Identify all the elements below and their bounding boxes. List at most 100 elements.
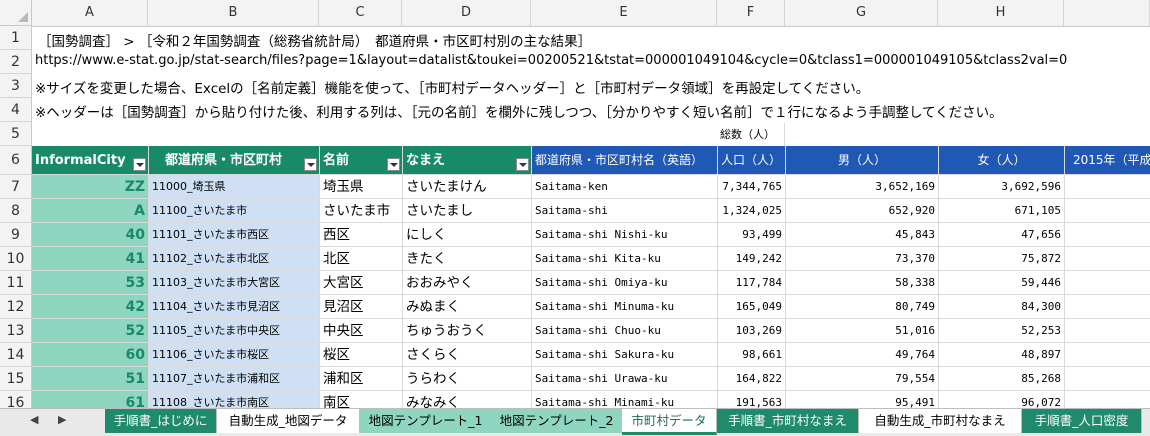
cell-kana[interactable]: おおみやく — [403, 271, 532, 295]
cell-informal-city[interactable]: 40 — [32, 223, 149, 247]
row-header-2[interactable]: 2 — [0, 50, 32, 74]
header-prefecture-city[interactable]: 都道府県・市区町村 — [149, 146, 320, 175]
cell-prefecture-city[interactable]: 11105_さいたま市中央区 — [149, 319, 320, 343]
cell-prefecture-city[interactable]: 11101_さいたま市西区 — [149, 223, 320, 247]
cell-informal-city[interactable]: A — [32, 199, 149, 223]
cell-kana[interactable]: さいたまけん — [403, 175, 532, 199]
row-header-7[interactable]: 7 — [0, 175, 32, 199]
cell-female[interactable]: 59,446 — [939, 271, 1065, 295]
cell-population[interactable]: 164,822 — [718, 367, 786, 391]
cell-population[interactable]: 165,049 — [718, 295, 786, 319]
cell-female[interactable]: 47,656 — [939, 223, 1065, 247]
cell-informal-city[interactable]: 42 — [32, 295, 149, 319]
header-male[interactable]: 男（人） — [786, 146, 939, 175]
cell-male[interactable]: 79,554 — [786, 367, 939, 391]
cell-male[interactable]: 95,491 — [786, 391, 939, 408]
cell-blank[interactable] — [1065, 271, 1150, 295]
cell-name[interactable]: 埼玉県 — [320, 175, 403, 199]
cell-informal-city[interactable]: 53 — [32, 271, 149, 295]
cell-english-name[interactable]: Saitama-shi Nishi-ku — [532, 223, 718, 247]
header-english-name[interactable]: 都道府県・市区町村名（英語） — [532, 146, 718, 175]
header-female[interactable]: 女（人） — [939, 146, 1065, 175]
cell-blank[interactable] — [1065, 247, 1150, 271]
cell-kana[interactable]: みなみく — [403, 391, 532, 408]
cell-population[interactable]: 103,269 — [718, 319, 786, 343]
cell-name[interactable]: 西区 — [320, 223, 403, 247]
cell-name[interactable]: 北区 — [320, 247, 403, 271]
cell-informal-city[interactable]: 51 — [32, 367, 149, 391]
cell-kana[interactable]: みぬまく — [403, 295, 532, 319]
cell-male[interactable]: 652,920 — [786, 199, 939, 223]
cell-male[interactable]: 73,370 — [786, 247, 939, 271]
cell-informal-city[interactable]: 52 — [32, 319, 149, 343]
cell-blank[interactable] — [1065, 391, 1150, 408]
cell-population[interactable]: 149,242 — [718, 247, 786, 271]
cell-english-name[interactable]: Saitama-shi Chuo-ku — [532, 319, 718, 343]
row-header-13[interactable]: 13 — [0, 319, 32, 343]
row-header-10[interactable]: 10 — [0, 247, 32, 271]
sheet-tab[interactable]: 市町村データ — [622, 409, 717, 435]
cell-male[interactable]: 80,749 — [786, 295, 939, 319]
cell-blank[interactable] — [1065, 223, 1150, 247]
sheet-tab[interactable]: 自動生成_市町村なまえ — [859, 409, 1022, 433]
cell-female[interactable]: 48,897 — [939, 343, 1065, 367]
cell-name[interactable]: 桜区 — [320, 343, 403, 367]
cell-english-name[interactable]: Saitama-ken — [532, 175, 718, 199]
cell-blank[interactable] — [1065, 367, 1150, 391]
cell-informal-city[interactable]: 41 — [32, 247, 149, 271]
cell-kana[interactable]: さくらく — [403, 343, 532, 367]
spreadsheet-grid[interactable]: A B C D E F G H 1 2 3 4 5 6 7 8 9 10 11 12 13 14 15 16 … — [0, 0, 1150, 408]
scroll-left-icon[interactable]: ◀ — [30, 413, 38, 426]
row-header-14[interactable]: 14 — [0, 343, 32, 367]
cell-prefecture-city[interactable]: 11107_さいたま市浦和区 — [149, 367, 320, 391]
cell-prefecture-city[interactable]: 11000_埼玉県 — [149, 175, 320, 199]
select-all-corner[interactable] — [0, 0, 32, 26]
cell-prefecture-city[interactable]: 11100_さいたま市 — [149, 199, 320, 223]
filter-sort-icon[interactable] — [304, 158, 317, 171]
cell-population[interactable]: 7,344,765 — [718, 175, 786, 199]
cell-kana[interactable]: さいたまし — [403, 199, 532, 223]
filter-dropdown-icon[interactable] — [133, 158, 146, 171]
cell-blank[interactable] — [1065, 295, 1150, 319]
cell-english-name[interactable]: Saitama-shi Sakura-ku — [532, 343, 718, 367]
header-informal-city[interactable]: InformalCity — [32, 146, 149, 175]
cell-kana[interactable]: ちゅうおうく — [403, 319, 532, 343]
column-header-i[interactable] — [1064, 0, 1150, 26]
cell-informal-city[interactable]: ZZ — [32, 175, 149, 199]
column-header-d[interactable]: D — [402, 0, 531, 26]
column-header-c[interactable]: C — [319, 0, 402, 26]
header-kana[interactable]: なまえ — [403, 146, 532, 175]
scroll-right-icon[interactable]: ▶ — [58, 413, 66, 426]
column-header-e[interactable]: E — [531, 0, 717, 26]
column-header-f[interactable]: F — [717, 0, 785, 26]
cell-population[interactable]: 1,324,025 — [718, 199, 786, 223]
row-header-16[interactable]: 16 — [0, 391, 32, 408]
column-header-a[interactable]: A — [32, 0, 148, 26]
cell-population[interactable]: 98,661 — [718, 343, 786, 367]
cell-female[interactable]: 85,268 — [939, 367, 1065, 391]
cell-name[interactable]: 見沼区 — [320, 295, 403, 319]
row-header-15[interactable]: 15 — [0, 367, 32, 391]
cell-population[interactable]: 93,499 — [718, 223, 786, 247]
cell-male[interactable]: 3,652,169 — [786, 175, 939, 199]
cell-name[interactable]: 浦和区 — [320, 367, 403, 391]
cell-female[interactable]: 75,872 — [939, 247, 1065, 271]
cell-population[interactable]: 117,784 — [718, 271, 786, 295]
cell-english-name[interactable]: Saitama-shi Urawa-ku — [532, 367, 718, 391]
row-header-4[interactable]: 4 — [0, 98, 32, 122]
filter-dropdown-icon[interactable] — [516, 158, 529, 171]
cell-name[interactable]: 大宮区 — [320, 271, 403, 295]
cell-female[interactable]: 3,692,596 — [939, 175, 1065, 199]
cell-female[interactable]: 84,300 — [939, 295, 1065, 319]
cell-english-name[interactable]: Saitama-shi Minami-ku — [532, 391, 718, 408]
row-header-5[interactable]: 5 — [0, 122, 32, 146]
cell-prefecture-city[interactable]: 11102_さいたま市北区 — [149, 247, 320, 271]
sheet-tab[interactable]: 手順書_市町村なまえ — [717, 409, 859, 433]
cell-prefecture-city[interactable]: 11106_さいたま市桜区 — [149, 343, 320, 367]
sheet-tab[interactable]: 手順書_はじめに — [105, 409, 217, 433]
cell-female[interactable]: 96,072 — [939, 391, 1065, 408]
cell-prefecture-city[interactable]: 11103_さいたま市大宮区 — [149, 271, 320, 295]
cell-male[interactable]: 45,843 — [786, 223, 939, 247]
row-header-11[interactable]: 11 — [0, 271, 32, 295]
header-2015[interactable]: 2015年（平成27 — [1065, 146, 1150, 175]
